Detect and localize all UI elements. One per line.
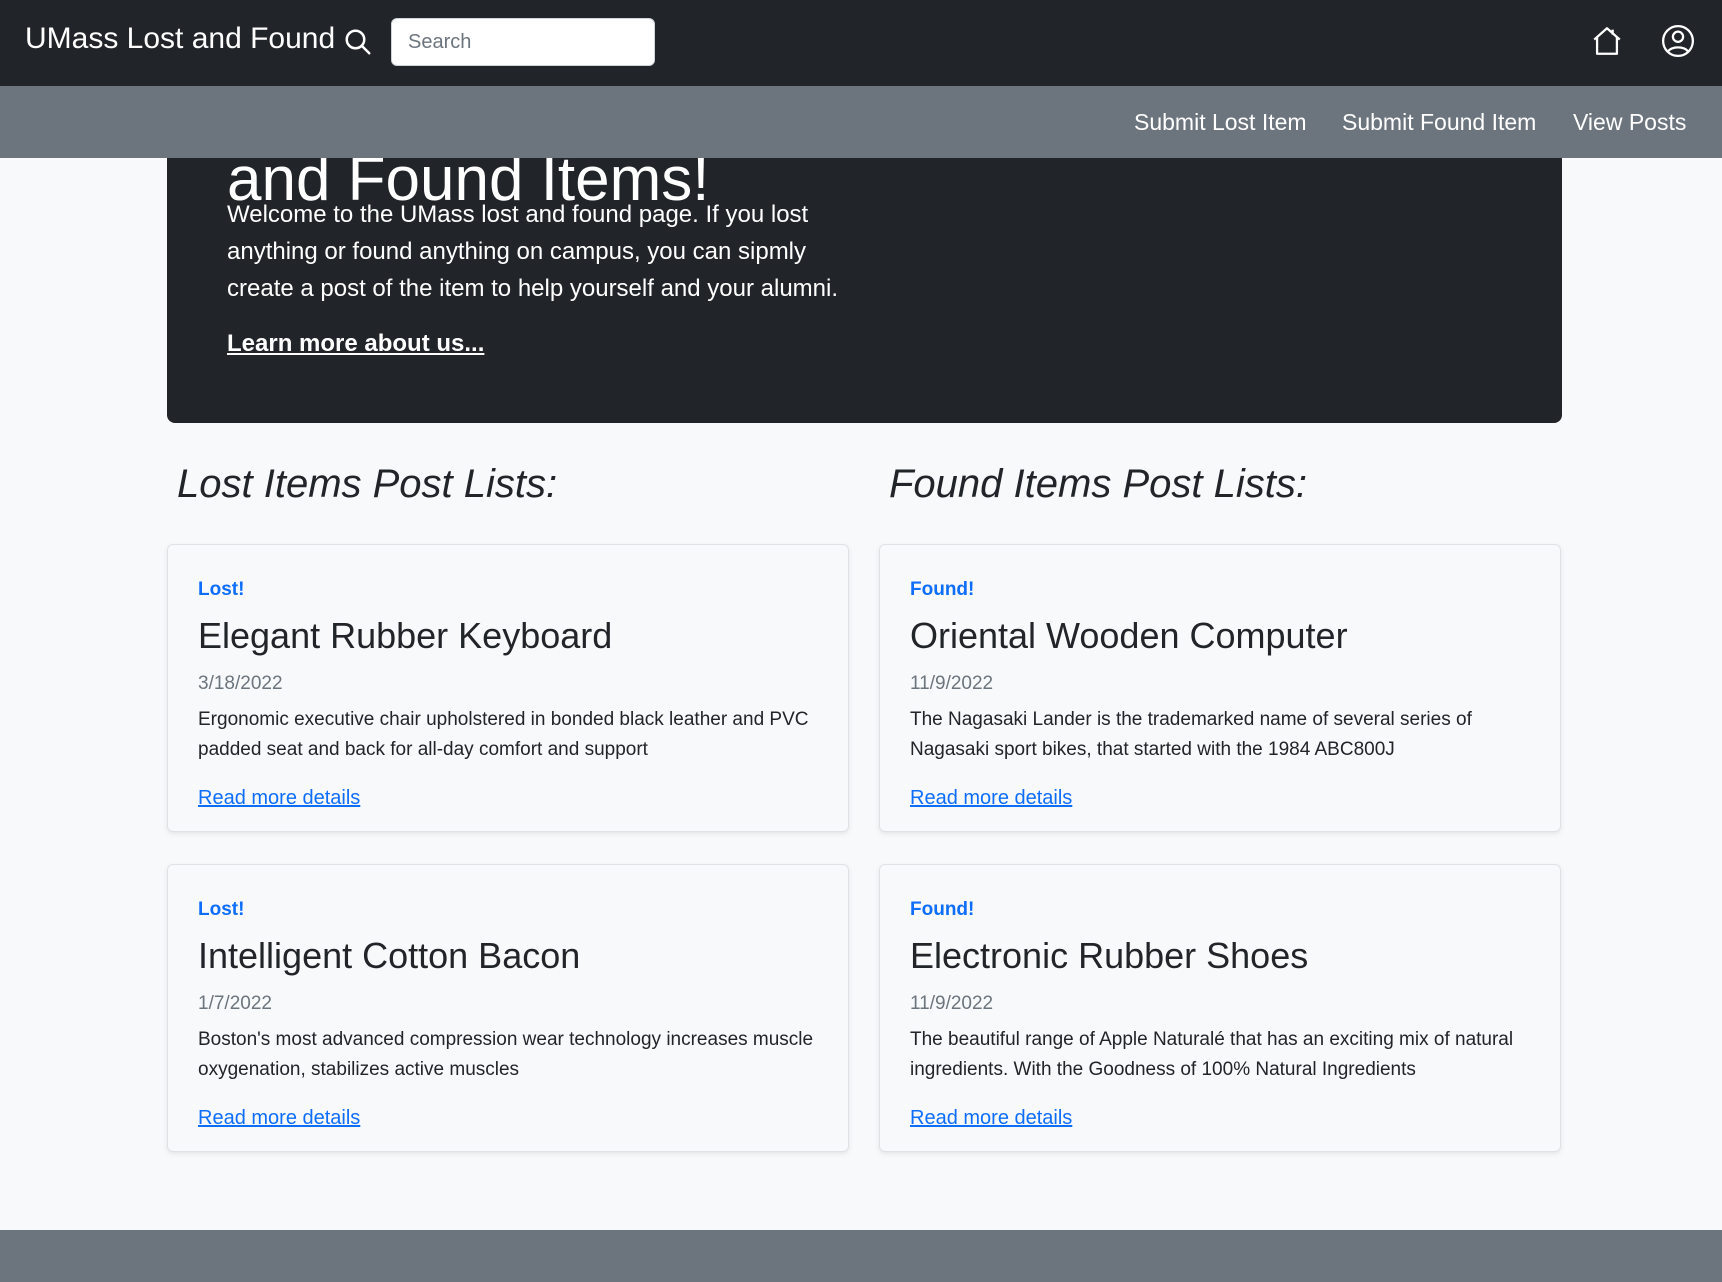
nav-submit-lost-item[interactable]: Submit Lost Item	[1134, 109, 1307, 136]
post-description: The beautiful range of Apple Naturalé th…	[910, 1029, 1514, 1080]
post-description: Ergonomic executive chair upholstered in…	[198, 709, 809, 760]
sub-navbar: Submit Lost Item Submit Found Item View …	[0, 86, 1722, 158]
post-status-badge: Lost!	[198, 899, 245, 920]
found-list-title: Found Items Post Lists:	[889, 462, 1307, 506]
post-title: Elegant Rubber Keyboard	[198, 615, 613, 656]
hero-text: Welcome to the UMass lost and found page…	[227, 201, 839, 302]
search-icon[interactable]	[343, 27, 373, 57]
home-icon[interactable]	[1590, 24, 1624, 58]
read-more-link[interactable]: Read more details	[198, 1107, 360, 1130]
post-title: Intelligent Cotton Bacon	[198, 935, 581, 976]
nav-view-posts[interactable]: View Posts	[1573, 109, 1686, 136]
search-input[interactable]	[391, 18, 655, 66]
post-status-badge: Found!	[910, 899, 975, 920]
learn-more-link[interactable]: Learn more about us...	[227, 330, 484, 358]
post-date: 1/7/2022	[198, 993, 272, 1014]
read-more-link[interactable]: Read more details	[910, 787, 1072, 810]
nav-submit-found-item[interactable]: Submit Found Item	[1342, 109, 1536, 136]
post-description: Boston's most advanced compression wear …	[198, 1029, 814, 1080]
post-title: Oriental Wooden Computer	[910, 615, 1348, 656]
user-circle-icon[interactable]	[1661, 24, 1695, 58]
found-post-card: Found! Electronic Rubber Shoes 11/9/2022…	[879, 864, 1561, 1152]
post-title: Electronic Rubber Shoes	[910, 935, 1309, 976]
read-more-link[interactable]: Read more details	[910, 1107, 1072, 1130]
lost-list-title: Lost Items Post Lists:	[177, 462, 558, 506]
page-footer	[0, 1230, 1722, 1282]
post-description: The Nagasaki Lander is the trademarked n…	[910, 709, 1472, 760]
post-date: 11/9/2022	[910, 993, 994, 1014]
brand-title[interactable]: UMass Lost and Found	[25, 22, 335, 56]
post-date: 3/18/2022	[198, 673, 283, 694]
found-post-card: Found! Oriental Wooden Computer 11/9/202…	[879, 544, 1561, 832]
top-navbar: UMass Lost and Found	[0, 0, 1722, 86]
lost-post-card: Lost! Elegant Rubber Keyboard 3/18/2022 …	[167, 544, 849, 832]
post-status-badge: Found!	[910, 579, 975, 600]
post-status-badge: Lost!	[198, 579, 245, 600]
post-date: 11/9/2022	[910, 673, 994, 694]
lost-post-card: Lost! Intelligent Cotton Bacon 1/7/2022 …	[167, 864, 849, 1152]
read-more-link[interactable]: Read more details	[198, 787, 360, 810]
